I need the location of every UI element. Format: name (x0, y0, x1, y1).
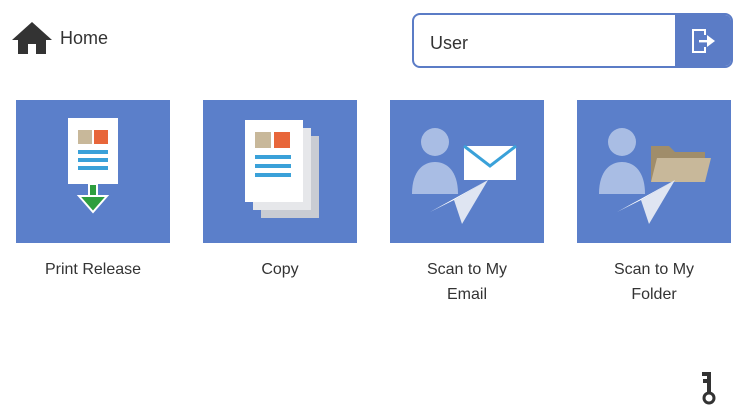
key-icon (702, 372, 716, 405)
tile-copy-label: Copy (261, 261, 299, 278)
scan-to-folder-icon (599, 128, 711, 224)
scan-to-email-icon (412, 128, 517, 224)
tile-scan-to-email-box[interactable] (390, 100, 544, 243)
home-label: Home (60, 27, 109, 48)
tile-copy-box[interactable] (203, 100, 357, 243)
print-release-icon (68, 118, 118, 214)
user-name-field[interactable]: User (414, 15, 675, 66)
tile-print-release-label: Print Release (44, 261, 142, 278)
key-button[interactable] (696, 370, 722, 406)
tile-scan-to-email[interactable]: Scan to My Email (390, 100, 544, 307)
home-button[interactable]: Home (10, 20, 108, 56)
tile-scan-to-email-label: Scan to My Email (426, 261, 508, 303)
tile-scan-to-folder-box[interactable] (577, 100, 731, 243)
user-name: User (430, 33, 469, 53)
tile-copy[interactable]: Copy (203, 100, 357, 282)
tile-print-release[interactable]: Print Release (16, 100, 170, 282)
house-icon (12, 22, 52, 54)
user-panel: User (412, 13, 733, 68)
tile-print-release-box[interactable] (16, 100, 170, 243)
home-screen: Home User Print Release Copy Scan to My … (0, 0, 736, 407)
tile-scan-to-folder[interactable]: Scan to My Folder (577, 100, 731, 307)
logout-button[interactable] (675, 15, 731, 66)
logout-icon (692, 28, 715, 53)
copy-icon (245, 120, 319, 218)
tile-scan-to-folder-label: Scan to My Folder (613, 261, 695, 303)
